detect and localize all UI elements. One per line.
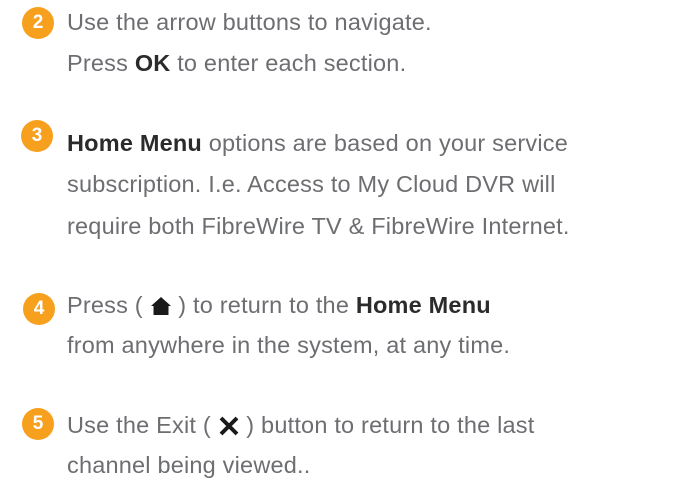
step-2-line-2: Press OK to enter each section. [67,50,407,76]
step-5-line-1: Use the Exit ( ) button to return to the… [67,406,534,447]
step-4-line-2: from anywhere in the system, at any time… [67,332,511,358]
step-number-badge: 5 [22,408,54,440]
step-number-badge: 3 [21,120,53,152]
home-menu-label: Home Menu [67,130,202,156]
step-number-badge: 4 [23,293,55,325]
home-icon [150,289,172,327]
step-number-badge: 2 [22,7,54,39]
ok-label: OK [134,50,171,76]
step-3-line-3: require both FibreWire TV & FibreWire In… [67,213,570,239]
home-menu-label: Home Menu [355,292,491,318]
step-5-line-2: channel being viewed.. [67,452,311,478]
step-2-line-1: Use the arrow buttons to navigate. [67,9,432,35]
step-3-line-2: subscription. I.e. Access to My Cloud DV… [67,171,556,197]
step-3-line-1: Home Menu options are based on your serv… [67,130,569,156]
step-4-line-1: Press ( ) to return to the Home Menu [67,286,491,327]
close-x-icon [218,409,240,447]
